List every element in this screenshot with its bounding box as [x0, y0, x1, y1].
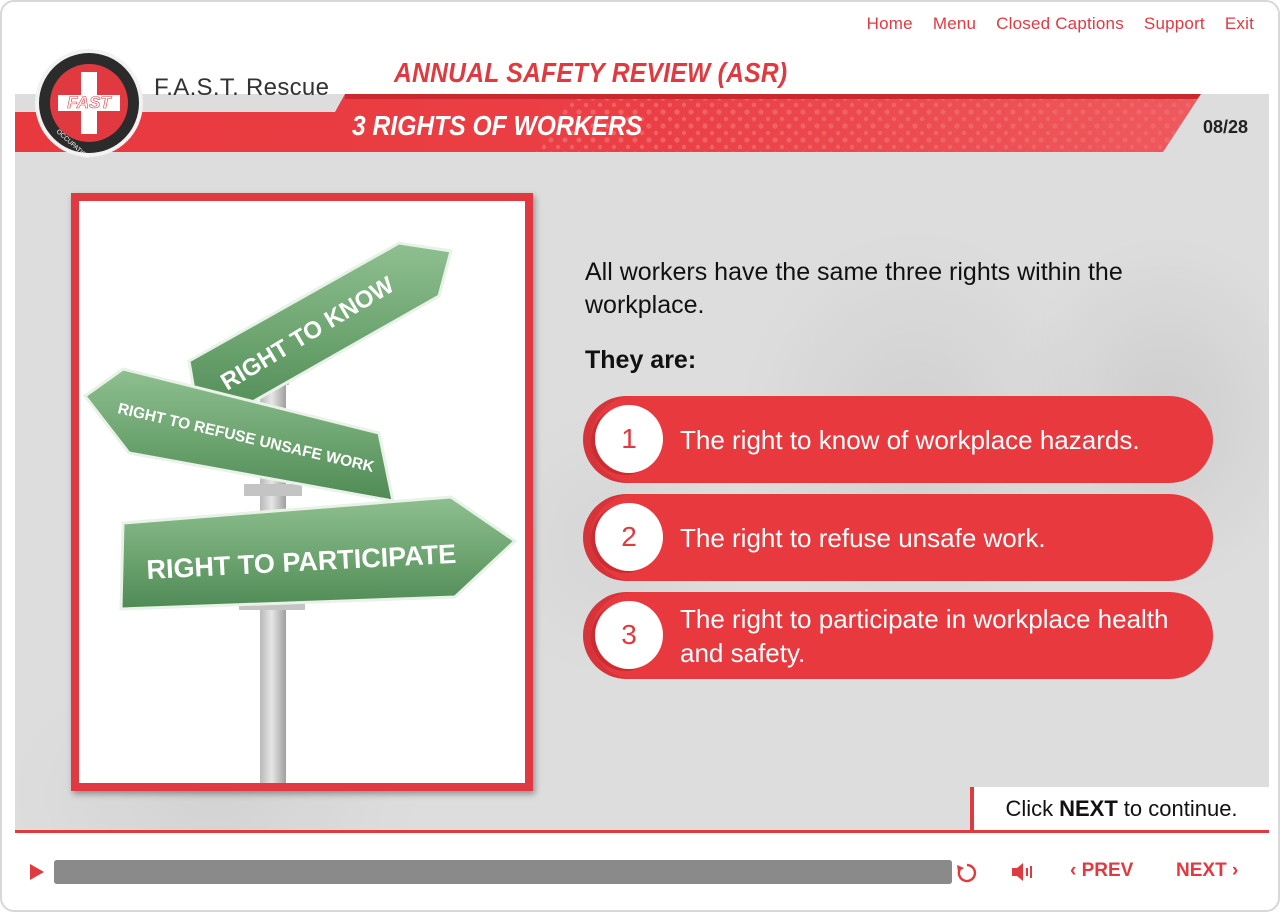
play-icon[interactable] [30, 864, 44, 880]
slide-title: 3 RIGHTS OF WORKERS [352, 110, 643, 141]
chevron-left-icon: ‹ [1070, 860, 1077, 881]
right-text: The right to participate in workplace he… [680, 603, 1169, 668]
next-button[interactable]: NEXT › [1176, 860, 1238, 882]
progress-bar[interactable] [54, 860, 952, 884]
chevron-right-icon: › [1231, 860, 1239, 881]
right-text: The right to know of workplace hazards. [680, 424, 1140, 455]
right-item-3: 3 The right to participate in workplace … [583, 592, 1213, 679]
replay-icon[interactable] [956, 862, 978, 884]
rights-list: 1 The right to know of workplace hazards… [583, 396, 1213, 690]
right-text: The right to refuse unsafe work. [680, 522, 1046, 553]
signpost-image: RIGHT TO KNOW RIGHT TO REFUSE UNSAFE WOR… [71, 193, 533, 791]
prev-button[interactable]: ‹ PREV [1070, 860, 1133, 882]
stage-divider [15, 830, 1269, 833]
nav-home[interactable]: Home [867, 14, 913, 34]
right-item-1: 1 The right to know of workplace hazards… [583, 396, 1213, 483]
nav-closed-captions[interactable]: Closed Captions [996, 14, 1124, 34]
volume-icon[interactable] [1010, 861, 1034, 883]
player-bar: ‹ PREV NEXT › [2, 834, 1278, 910]
brand-name: F.A.S.T. Rescue [154, 74, 330, 101]
logo-text: FAST [67, 93, 112, 112]
fast-logo: FAST OCCUPATIONAL HEALTH & SAFETY [34, 48, 144, 208]
progress-fill [54, 860, 952, 884]
intro-text: All workers have the same three rights w… [585, 258, 1123, 319]
continue-prompt: Click NEXT to continue. [970, 787, 1269, 830]
right-number: 1 [595, 405, 663, 473]
app-frame: Home Menu Closed Captions Support Exit F… [0, 0, 1280, 912]
top-nav: Home Menu Closed Captions Support Exit [867, 14, 1254, 34]
page-counter: 08/28 [1202, 117, 1248, 137]
right-number: 2 [595, 503, 663, 571]
sign-right-to-participate: RIGHT TO PARTICIPATE [119, 495, 518, 611]
nav-menu[interactable]: Menu [933, 14, 976, 34]
nav-support[interactable]: Support [1144, 14, 1205, 34]
right-item-2: 2 The right to refuse unsafe work. [583, 494, 1213, 581]
they-are-heading: They are: [585, 346, 697, 374]
course-title: ANNUAL SAFETY REVIEW (ASR) [394, 57, 788, 88]
nav-exit[interactable]: Exit [1225, 14, 1254, 34]
right-number: 3 [595, 601, 663, 669]
